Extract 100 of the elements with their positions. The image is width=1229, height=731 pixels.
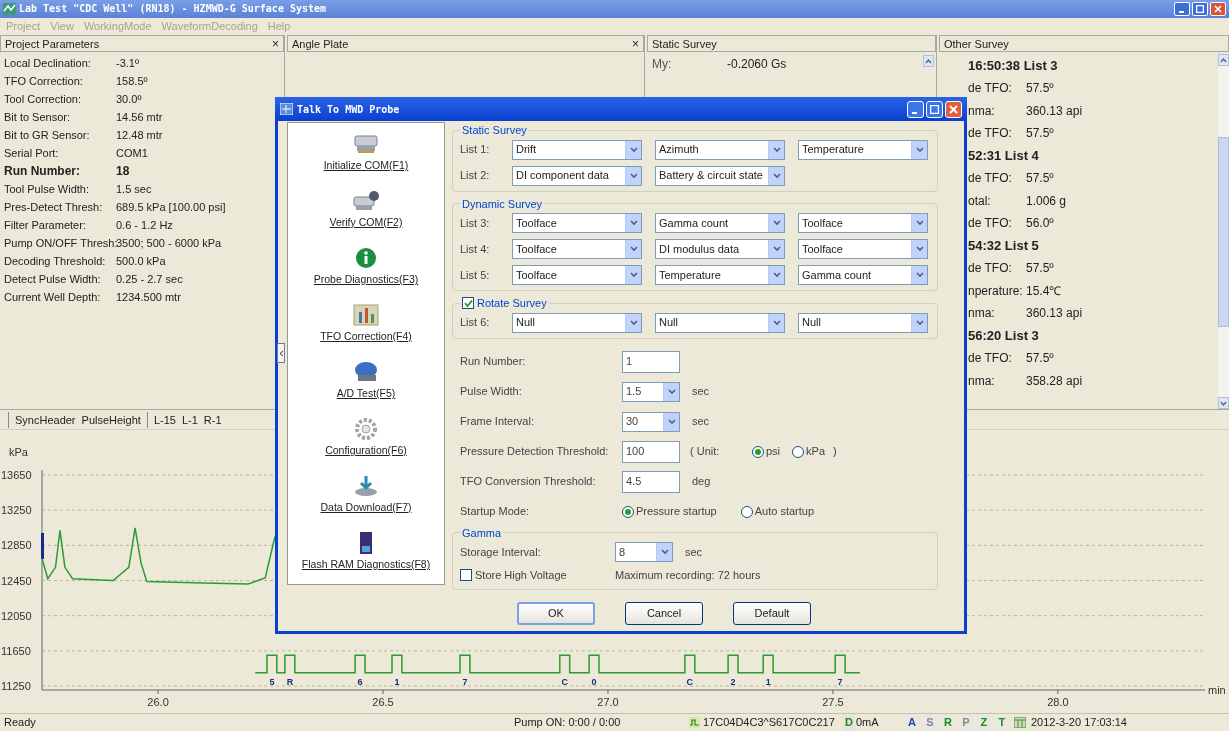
survey-value: 358.28 api <box>1026 372 1083 390</box>
axis-title: kPa <box>9 446 28 459</box>
axis-label: 28.0 <box>1047 696 1069 709</box>
legend-item[interactable]: L-1 <box>181 411 198 429</box>
status-text: Ready <box>4 715 37 731</box>
survey-value: 57.5º <box>1026 350 1054 368</box>
dropdown[interactable]: Gamma count <box>655 213 785 233</box>
scrollbar[interactable] <box>1218 54 1229 410</box>
dropdown[interactable]: Toolface <box>798 239 928 259</box>
parameter-label: Run Number: <box>4 163 81 181</box>
input-field[interactable]: 4.5 <box>622 470 680 493</box>
checkbox-label[interactable]: Store High Voltage <box>475 567 567 584</box>
radio-button[interactable] <box>740 505 753 518</box>
dropdown[interactable]: Toolface <box>512 213 642 233</box>
survey-label: de TFO: <box>968 350 1013 368</box>
scroll-up-icon[interactable] <box>923 55 934 68</box>
dropdown[interactable]: Temperature <box>655 265 785 285</box>
minimize-icon[interactable] <box>1174 1 1190 16</box>
nav-link[interactable]: A/D Test(F5) <box>336 386 396 402</box>
dropdown[interactable]: 8 <box>615 542 673 562</box>
radio-label[interactable]: psi <box>766 443 781 460</box>
chevron-icon <box>911 240 927 258</box>
survey-value: 360.13 api <box>1026 102 1083 120</box>
nav-link[interactable]: Data Download(F7) <box>320 500 412 516</box>
dropdown[interactable]: Azimuth <box>655 139 785 160</box>
nav-link[interactable]: Probe Diagnostics(F3) <box>313 272 419 288</box>
pulse-label: C <box>686 677 694 688</box>
dialog-button[interactable]: Cancel <box>625 601 703 625</box>
parameter-label: Serial Port: <box>4 146 60 162</box>
parameter-label: TFO Correction: <box>4 74 84 90</box>
dropdown[interactable]: Null <box>512 312 642 333</box>
pulse-label: 7 <box>462 677 468 688</box>
collapse-button[interactable] <box>277 343 285 363</box>
dropdown[interactable]: 1.5 <box>622 381 680 402</box>
axis-label: 12450 <box>1 574 32 587</box>
app-icon <box>3 2 16 15</box>
close-button[interactable]: × <box>272 37 279 50</box>
dropdown[interactable]: Temperature <box>798 139 928 160</box>
indicator: Z <box>976 714 991 731</box>
field-label: Pressure Detection Threshold: <box>460 444 610 460</box>
chevron-icon <box>663 412 679 431</box>
scroll-down-icon[interactable] <box>1218 397 1229 410</box>
chevron-icon <box>768 140 784 159</box>
dialog-button[interactable]: Default <box>733 601 811 625</box>
parameter-label: Bit to Sensor: <box>4 110 72 126</box>
minimize-icon[interactable] <box>907 100 924 118</box>
checkbox[interactable] <box>460 569 472 582</box>
dropdown[interactable]: 30 <box>622 411 680 432</box>
radio-label[interactable]: Pressure startup <box>636 503 717 520</box>
radio-button[interactable] <box>752 445 764 458</box>
input-field[interactable]: 100 <box>622 440 680 463</box>
dropdown[interactable]: Toolface <box>512 265 642 285</box>
nav-link[interactable]: Verify COM(F2) <box>329 215 403 231</box>
scroll-thumb[interactable] <box>1218 136 1229 327</box>
dropdown[interactable]: Gamma count <box>798 265 928 285</box>
axis-label: 27.0 <box>597 696 619 709</box>
legend-item[interactable]: SyncHeader <box>8 411 76 429</box>
dropdown[interactable]: Battery & circuit state <box>655 165 785 186</box>
close-icon[interactable] <box>1210 1 1226 16</box>
indicator: S <box>922 714 937 731</box>
pulse-label: 2 <box>730 677 736 688</box>
legend-item[interactable]: PulseHeight <box>81 411 141 429</box>
radio-label[interactable]: kPa <box>806 443 826 460</box>
group-title: Static Survey <box>462 124 527 136</box>
parameter-label: Tool Pulse Width: <box>4 182 90 198</box>
pulse-label: 1 <box>765 677 771 688</box>
legend-item[interactable]: R-1 <box>203 411 222 429</box>
dropdown[interactable]: Toolface <box>798 213 928 233</box>
dropdown[interactable]: Drift <box>512 139 642 160</box>
parameter-value: -3.1º <box>116 56 139 72</box>
radio-label[interactable]: Auto startup <box>754 503 815 520</box>
dialog-button[interactable]: OK <box>517 601 595 625</box>
nav-link[interactable]: Configuration(F6) <box>325 443 407 459</box>
input-field[interactable]: 1 <box>622 350 680 373</box>
checkbox[interactable] <box>462 297 474 310</box>
dropdown[interactable]: Toolface <box>512 239 642 259</box>
maximize-icon[interactable] <box>926 100 943 118</box>
radio-button[interactable] <box>622 505 634 518</box>
pulse-icon <box>689 717 700 729</box>
chart-icon <box>352 303 380 327</box>
scroll-up-icon[interactable] <box>1218 54 1229 67</box>
panel-title: Angle Plate <box>292 36 349 52</box>
field-label: Frame Interval: <box>460 414 535 430</box>
dropdown[interactable]: Null <box>798 312 928 333</box>
chevron-icon <box>663 382 679 401</box>
nav-link[interactable]: Flash RAM Diagnostics(F8) <box>301 557 431 573</box>
dropdown[interactable]: DI component data <box>512 165 642 186</box>
close-button[interactable]: × <box>632 37 639 50</box>
radio-button[interactable] <box>792 445 805 458</box>
nav-link[interactable]: TFO Correction(F4) <box>320 329 412 345</box>
nav-link[interactable]: Initialize COM(F1) <box>323 158 409 174</box>
calendar-icon <box>1013 717 1026 729</box>
dropdown[interactable]: Null <box>655 312 785 333</box>
dropdown[interactable]: DI modulus data <box>655 239 785 259</box>
list-label: List 1: <box>460 142 491 158</box>
maximize-icon[interactable] <box>1192 1 1208 16</box>
checkbox-label[interactable]: Rotate Survey <box>477 295 547 312</box>
legend-item[interactable]: L-15 <box>146 411 176 429</box>
close-icon[interactable] <box>945 100 962 118</box>
axis-title: min <box>1208 684 1226 697</box>
